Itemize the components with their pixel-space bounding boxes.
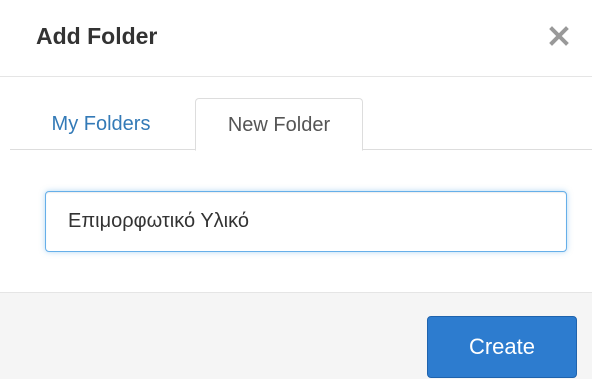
tab-my-folders[interactable]: My Folders: [10, 98, 192, 150]
close-button[interactable]: [546, 22, 572, 50]
add-folder-dialog: Add Folder My Folders New Folder Create: [0, 0, 592, 379]
dialog-header: Add Folder: [0, 0, 592, 77]
create-button[interactable]: Create: [427, 316, 577, 378]
tab-new-folder[interactable]: New Folder: [195, 98, 363, 151]
close-icon: [549, 26, 569, 46]
dialog-footer: Create: [0, 292, 592, 379]
folder-tabs: My Folders New Folder: [10, 98, 592, 151]
folder-name-input[interactable]: [45, 191, 567, 252]
dialog-title: Add Folder: [36, 23, 158, 49]
